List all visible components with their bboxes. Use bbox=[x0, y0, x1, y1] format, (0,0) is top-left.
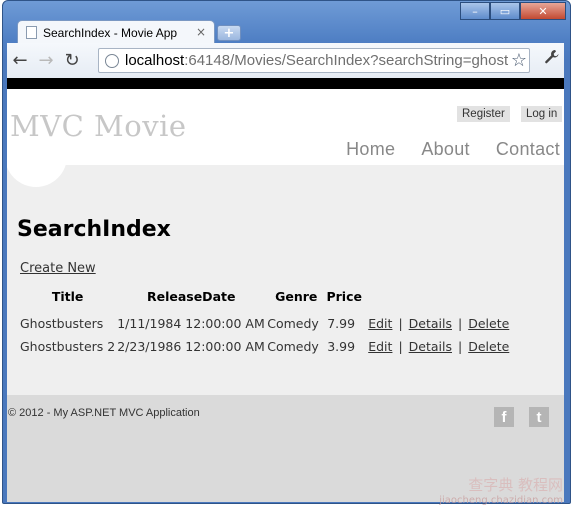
browser-toolbar: ← → ↻ localhost:64148/Movies/SearchIndex… bbox=[7, 43, 564, 78]
delete-link[interactable]: Delete bbox=[468, 316, 509, 331]
site-header: MVC Movie Register Log in Home About Con… bbox=[7, 89, 564, 187]
table-row: Ghostbusters 2 2/23/1986 12:00:00 AM Com… bbox=[19, 335, 510, 358]
site-title[interactable]: MVC Movie bbox=[10, 109, 187, 143]
action-separator: | bbox=[458, 339, 463, 354]
facebook-icon[interactable]: f bbox=[494, 407, 514, 427]
cell-actions: Edit | Details | Delete bbox=[362, 312, 510, 335]
delete-link[interactable]: Delete bbox=[468, 339, 509, 354]
window-controls: – ▭ ✕ bbox=[460, 2, 566, 20]
movies-table: Title ReleaseDate Genre Price Ghostbuste… bbox=[19, 289, 510, 358]
watermark: 查字典 教程网 jiaocheng.chazidian.com bbox=[439, 474, 563, 506]
bookmark-star-icon[interactable]: ☆ bbox=[511, 50, 527, 71]
new-tab-button[interactable]: + bbox=[217, 25, 241, 41]
minimize-button[interactable]: – bbox=[460, 2, 490, 20]
cell-price: 3.99 bbox=[327, 339, 356, 354]
login-area-2: Log in bbox=[521, 106, 563, 122]
globe-icon bbox=[105, 53, 119, 68]
cell-genre: Comedy bbox=[267, 339, 319, 354]
cell-title: Ghostbusters bbox=[20, 316, 104, 331]
cell-title: Ghostbusters 2 bbox=[20, 339, 116, 354]
twitter-icon[interactable]: t bbox=[529, 407, 549, 427]
main-nav: Home About Contact bbox=[346, 139, 560, 160]
column-header-genre: Genre bbox=[275, 289, 318, 304]
page-viewport: MVC Movie Register Log in Home About Con… bbox=[7, 78, 564, 502]
edit-link[interactable]: Edit bbox=[368, 316, 392, 331]
table-row: Ghostbusters 1/11/1984 12:00:00 AM Comed… bbox=[19, 312, 510, 335]
url-host: localhost bbox=[125, 52, 185, 69]
action-separator: | bbox=[398, 316, 403, 331]
table-header-row: Title ReleaseDate Genre Price bbox=[19, 289, 510, 312]
nav-contact[interactable]: Contact bbox=[496, 139, 560, 160]
top-black-bar bbox=[7, 78, 564, 89]
cell-genre: Comedy bbox=[267, 316, 319, 331]
page-favicon-icon bbox=[26, 26, 37, 39]
watermark-url: jiaocheng.chazidian.com bbox=[439, 495, 563, 506]
reload-button[interactable]: ↻ bbox=[59, 48, 85, 74]
close-tab-icon[interactable]: × bbox=[196, 25, 206, 39]
url-text[interactable]: localhost:64148/Movies/SearchIndex?searc… bbox=[125, 52, 508, 69]
page-title: SearchIndex bbox=[17, 217, 171, 242]
details-link[interactable]: Details bbox=[409, 316, 452, 331]
cell-actions: Edit | Details | Delete bbox=[362, 335, 510, 358]
action-separator: | bbox=[398, 339, 403, 354]
column-header-title: Title bbox=[51, 289, 84, 304]
cell-releasedate: 2/23/1986 12:00:00 AM bbox=[117, 339, 265, 354]
main-content: SearchIndex Create New Title ReleaseDate… bbox=[7, 165, 564, 395]
column-header-price: Price bbox=[326, 289, 362, 304]
cell-releasedate: 1/11/1984 12:00:00 AM bbox=[117, 316, 265, 331]
column-header-releasedate: ReleaseDate bbox=[146, 289, 236, 304]
tab-searchindex[interactable]: SearchIndex - Movie App × bbox=[17, 20, 215, 44]
forward-button[interactable]: → bbox=[33, 48, 59, 74]
back-button[interactable]: ← bbox=[7, 48, 33, 74]
login-area: Register bbox=[457, 106, 510, 122]
cell-price: 7.99 bbox=[327, 316, 356, 331]
action-separator: | bbox=[458, 316, 463, 331]
wrench-icon bbox=[545, 50, 559, 64]
create-new-link[interactable]: Create New bbox=[20, 261, 96, 276]
edit-link[interactable]: Edit bbox=[368, 339, 392, 354]
wrench-menu-icon[interactable] bbox=[544, 49, 560, 69]
close-window-button[interactable]: ✕ bbox=[520, 2, 566, 20]
column-header-actions bbox=[362, 289, 510, 312]
details-link[interactable]: Details bbox=[409, 339, 452, 354]
nav-home[interactable]: Home bbox=[346, 139, 395, 160]
maximize-button[interactable]: ▭ bbox=[490, 2, 520, 20]
watermark-title: 查字典 教程网 bbox=[468, 476, 563, 494]
url-path: :64148/Movies/SearchIndex?searchString=g… bbox=[184, 52, 509, 69]
tab-title: SearchIndex - Movie App bbox=[43, 25, 178, 40]
copyright-text: © 2012 - My ASP.NET MVC Application bbox=[8, 407, 200, 419]
address-bar[interactable]: localhost:64148/Movies/SearchIndex?searc… bbox=[98, 48, 530, 73]
nav-about[interactable]: About bbox=[421, 139, 470, 160]
register-link[interactable]: Register bbox=[457, 106, 510, 122]
login-link[interactable]: Log in bbox=[521, 106, 563, 122]
